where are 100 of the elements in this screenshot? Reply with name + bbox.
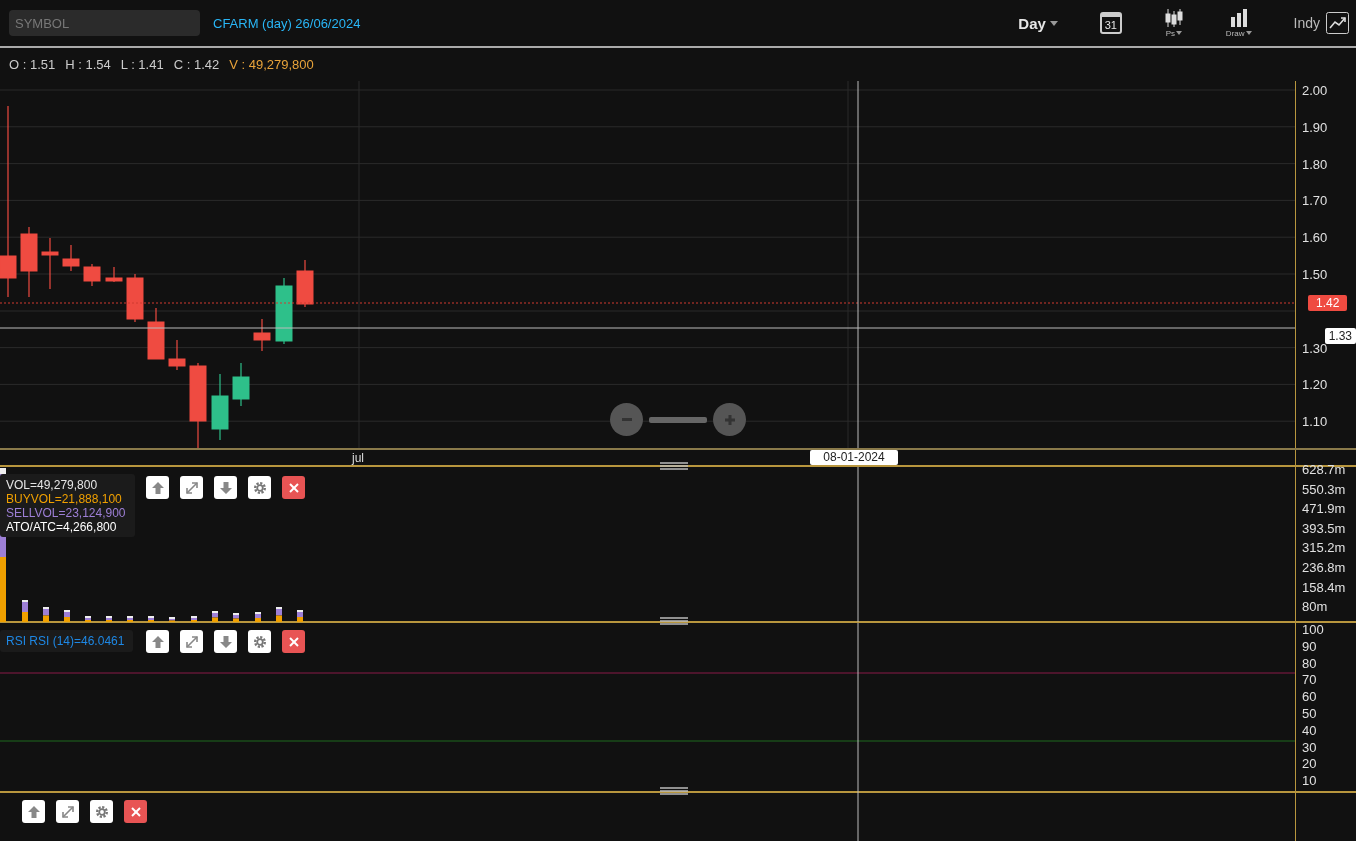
axis-tick-label: 471.9m [1301, 500, 1346, 516]
axis-tick-label: 50 [1301, 705, 1317, 721]
candlestick [83, 263, 101, 287]
resize-handle-icon[interactable] [660, 462, 688, 470]
plus-icon [724, 414, 735, 425]
resize-handle-icon[interactable] [660, 787, 688, 795]
axis-tick-label: 1.10 [1301, 413, 1328, 429]
arrow-up-icon [151, 481, 164, 494]
quote-value: C : 1.42 [173, 57, 220, 72]
candlestick [211, 373, 229, 441]
candlestick [275, 277, 293, 345]
move-down-button[interactable] [214, 476, 237, 499]
crosshair-date-label: 08-01-2024 [810, 450, 898, 465]
axis-tick-label: 70 [1301, 671, 1317, 687]
move-up-button[interactable] [146, 476, 169, 499]
candlestick [126, 273, 144, 323]
volume-bar [64, 610, 70, 622]
expand-button[interactable] [180, 630, 203, 653]
legend-text: VOL=49,279,800 [6, 477, 99, 492]
axis-tick-label: 40 [1301, 722, 1317, 738]
symbol-field[interactable]: SYMBOL [9, 10, 200, 36]
close-icon [287, 481, 300, 494]
candlestick [296, 259, 314, 308]
quote-value: L : 1.41 [120, 57, 164, 72]
interval-dropdown[interactable]: Day [1018, 14, 1058, 32]
settings-button[interactable] [90, 800, 113, 823]
quote-value: O : 1.51 [9, 57, 56, 72]
crosshair-price-label: 1.33 [1324, 328, 1356, 344]
volume-bar [233, 613, 239, 622]
arrow-down-icon [219, 481, 232, 494]
resize-handle-icon[interactable] [660, 617, 688, 625]
calendar-button[interactable]: 31 [1099, 12, 1122, 34]
volume-bar [212, 611, 218, 622]
expand-icon [185, 481, 198, 494]
move-up-button[interactable] [22, 800, 45, 823]
legend-text: SELLVOL=23,124,900 [6, 505, 127, 520]
axis-tick-label: 80m [1301, 598, 1328, 614]
close-button[interactable] [282, 630, 305, 653]
expand-button[interactable] [180, 476, 203, 499]
gear-icon [253, 635, 266, 648]
axis-tick-label: 60 [1301, 688, 1317, 704]
candlestick [168, 339, 186, 371]
axis-tick-label: 90 [1301, 638, 1317, 654]
volume-bar [43, 607, 49, 622]
settings-button[interactable] [248, 630, 271, 653]
axis-tick-label: 2.00 [1301, 82, 1328, 98]
candlestick [20, 226, 38, 298]
axis-tick-label: 1.60 [1301, 229, 1328, 245]
axis-tick-label: 30 [1301, 739, 1317, 755]
axis-tick-label: 1.90 [1301, 119, 1328, 135]
axis-tick-label: 1.50 [1301, 266, 1328, 282]
candlestick [105, 266, 123, 283]
draw-button[interactable]: Draw [1225, 8, 1252, 38]
gear-icon [253, 481, 266, 494]
candlestick [41, 237, 59, 290]
axis-tick-label: 80 [1301, 655, 1317, 671]
zoom-out-button[interactable] [610, 403, 643, 436]
volume-bar [148, 616, 154, 622]
volume-bar [191, 616, 197, 622]
gear-icon [95, 805, 108, 818]
chart-type-button[interactable]: Ps [1163, 8, 1184, 38]
rsi-legend: RSI RSI (14)=46.0461 [0, 630, 133, 652]
axis-tick-label: 550.3m [1301, 481, 1346, 497]
arrow-down-icon [219, 635, 232, 648]
volume-bar [276, 607, 282, 622]
axis-tick-label: 315.2m [1301, 539, 1346, 555]
volume-bar [127, 616, 133, 622]
settings-button[interactable] [248, 476, 271, 499]
close-icon [129, 805, 142, 818]
volume-bar [297, 610, 303, 622]
axis-tick-label: 1.20 [1301, 376, 1328, 392]
expand-icon [61, 805, 74, 818]
candlestick [253, 318, 271, 352]
axis-tick-label: 236.8m [1301, 559, 1346, 575]
arrow-up-icon [151, 635, 164, 648]
axis-tick-label: 1.70 [1301, 192, 1328, 208]
chart-title: CFARM (day) 26/06/2024 [213, 15, 361, 31]
move-up-button[interactable] [146, 630, 169, 653]
move-down-button[interactable] [214, 630, 237, 653]
close-icon [287, 635, 300, 648]
axis-tick-label: 393.5m [1301, 520, 1346, 536]
axis-tick-label: 1.80 [1301, 156, 1328, 172]
volume-bar [85, 616, 91, 622]
volume-value: V : 49,279,800 [229, 57, 314, 72]
volume-bar [255, 612, 261, 622]
indicator-button[interactable]: Indy [1293, 12, 1349, 34]
volume-bar [106, 616, 112, 622]
close-button[interactable] [124, 800, 147, 823]
expand-icon [185, 635, 198, 648]
volume-bar [169, 617, 175, 622]
expand-button[interactable] [56, 800, 79, 823]
quote-value: H : 1.54 [65, 57, 111, 72]
close-button[interactable] [282, 476, 305, 499]
axis-tick-label: 10 [1301, 772, 1317, 788]
candlestick [62, 244, 80, 272]
zoom-in-button[interactable] [713, 403, 746, 436]
zoom-track[interactable] [649, 416, 707, 423]
axis-tick-label: 100 [1301, 621, 1324, 637]
axis-tick-label: 158.4m [1301, 579, 1346, 595]
date-axis-label: jul [352, 451, 364, 465]
